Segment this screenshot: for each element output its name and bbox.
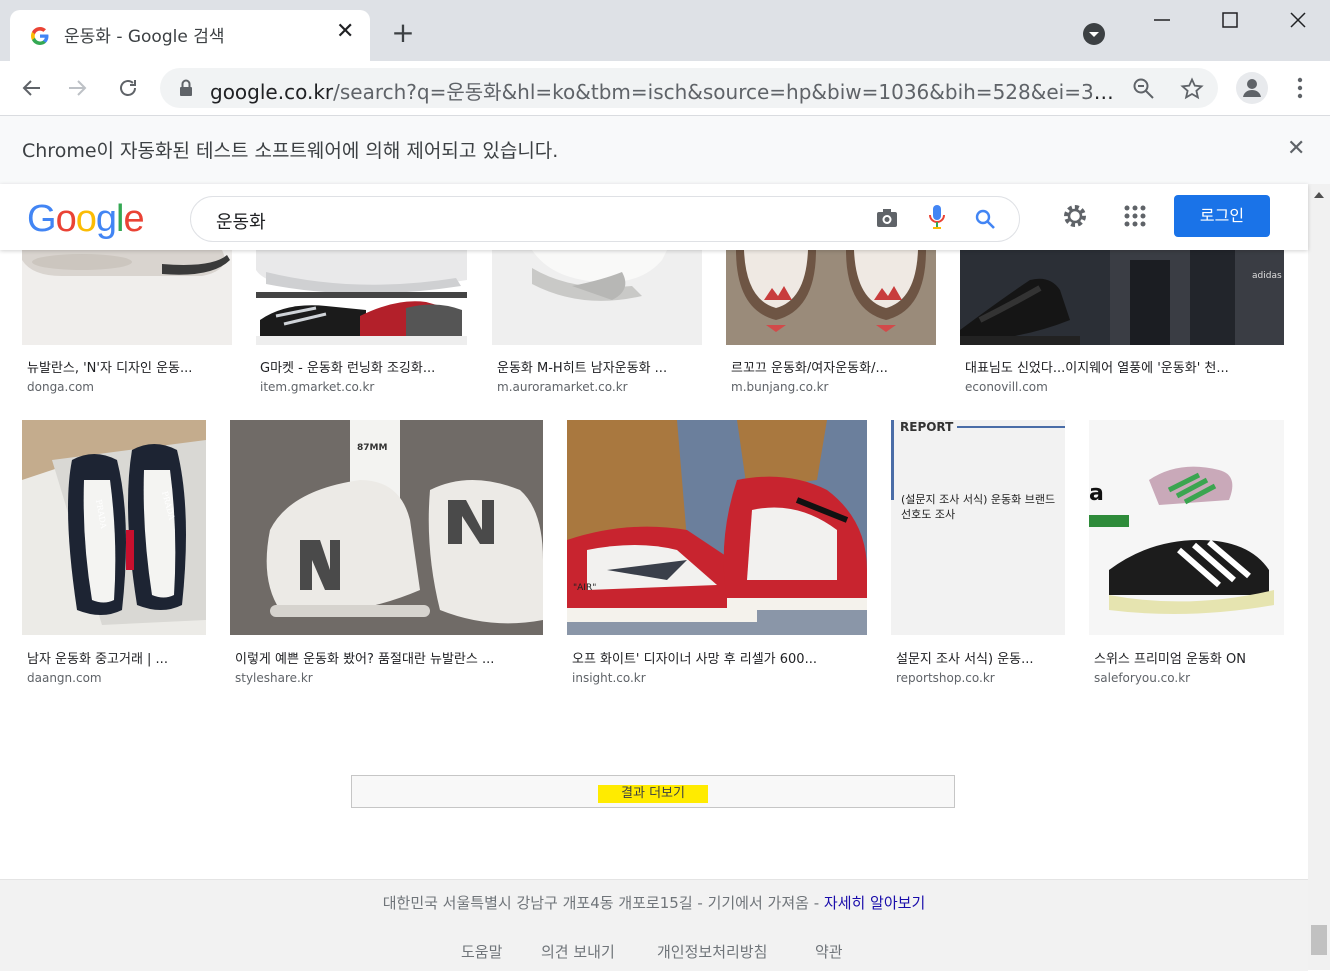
sneaker-image: "AIR" bbox=[567, 420, 867, 635]
report-title: REPORT bbox=[900, 420, 954, 434]
zoom-icon[interactable] bbox=[1132, 77, 1156, 101]
result-thumbnail[interactable] bbox=[256, 250, 467, 345]
tab-title: 운동화 - Google 검색 bbox=[64, 27, 225, 47]
back-icon[interactable] bbox=[20, 77, 42, 99]
result-thumbnail[interactable]: adidas bbox=[960, 250, 1284, 345]
scrollbar-thumb[interactable] bbox=[1311, 925, 1327, 955]
more-results-label[interactable]: 결과 더보기 bbox=[598, 785, 708, 803]
result-caption[interactable]: 운동화 M-H히트 남자운동화 ... bbox=[497, 357, 697, 376]
menu-kebab-icon[interactable] bbox=[1290, 76, 1310, 100]
microphone-icon[interactable] bbox=[927, 203, 947, 231]
result-caption[interactable]: 이렇게 예쁜 운동화 봤어? 품절대란 뉴발란스 ... bbox=[235, 648, 540, 667]
result-source[interactable]: reportshop.co.kr bbox=[896, 671, 995, 685]
result-caption[interactable]: 남자 운동화 중고거래 | ... bbox=[27, 648, 202, 667]
profile-avatar[interactable] bbox=[1236, 72, 1268, 104]
google-favicon-icon bbox=[31, 27, 49, 45]
result-thumbnail[interactable] bbox=[492, 250, 702, 345]
account-icon bbox=[1243, 79, 1261, 97]
sneaker-image bbox=[256, 250, 467, 345]
scroll-up-arrow-icon[interactable] bbox=[1312, 190, 1326, 200]
bookmark-star-icon[interactable] bbox=[1180, 77, 1204, 101]
apps-grid-icon[interactable] bbox=[1124, 205, 1146, 227]
reload-icon[interactable] bbox=[116, 76, 140, 100]
result-source[interactable]: donga.com bbox=[27, 380, 94, 394]
minimize-icon[interactable] bbox=[1152, 12, 1172, 28]
maximize-icon[interactable] bbox=[1221, 11, 1239, 29]
infobar-close-icon[interactable]: ✕ bbox=[1287, 136, 1305, 161]
report-image: REPORT (설문지 조사 서식) 운동화 브랜드 선호도 조사 bbox=[891, 420, 1065, 635]
signin-button[interactable]: 로그인 bbox=[1174, 195, 1270, 237]
search-icon[interactable] bbox=[974, 208, 996, 230]
result-source[interactable]: saleforyou.co.kr bbox=[1094, 671, 1190, 685]
scrollbar-track[interactable] bbox=[1308, 184, 1330, 970]
forward-icon[interactable] bbox=[67, 77, 89, 99]
sneaker-image bbox=[22, 250, 230, 276]
tab-search-icon[interactable] bbox=[1083, 23, 1105, 45]
result-thumbnail[interactable]: "AIR" bbox=[567, 420, 867, 635]
result-caption[interactable]: 스위스 프리미엄 운동화 ON bbox=[1094, 648, 1282, 667]
result-source[interactable]: econovill.com bbox=[965, 380, 1048, 394]
window-close-icon[interactable] bbox=[1289, 11, 1307, 29]
sock-text: 87MM bbox=[357, 443, 387, 453]
result-thumbnail[interactable]: a bbox=[1089, 420, 1284, 635]
result-caption[interactable]: 르꼬끄 운동화/여자운동화/... bbox=[731, 357, 931, 376]
settings-gear-icon[interactable] bbox=[1062, 203, 1088, 229]
url-host: google.co.kr bbox=[210, 80, 334, 104]
result-caption[interactable]: 오프 화이트' 디자이너 사망 후 리셀가 600... bbox=[572, 648, 862, 667]
lock-icon[interactable] bbox=[178, 78, 194, 98]
report-body: (설문지 조사 서식) 운동화 브랜드 선호도 조사 bbox=[901, 493, 1056, 521]
sneaker-image: PRADA PRADA bbox=[22, 420, 206, 635]
url-text[interactable]: google.co.kr/search?q=운동화&hl=ko&tbm=isch… bbox=[210, 76, 1120, 105]
svg-text:adidas: adidas bbox=[1252, 271, 1282, 281]
footer-link-help[interactable]: 도움말 bbox=[461, 941, 502, 962]
result-caption[interactable]: 설문지 조사 서식) 운동... bbox=[896, 648, 1061, 667]
result-thumbnail[interactable]: REPORT (설문지 조사 서식) 운동화 브랜드 선호도 조사 bbox=[891, 420, 1065, 635]
google-logo[interactable]: Google bbox=[27, 198, 145, 241]
location-text: 대한민국 서울특별시 강남구 개포4동 개포로15길 - 기기에서 가져옴 - bbox=[382, 894, 824, 912]
sneaker-image: a bbox=[1089, 420, 1284, 635]
learn-more-link[interactable]: 자세히 알아보기 bbox=[824, 894, 925, 912]
infobar-message: Chrome이 자동화된 테스트 소프트웨어에 의해 제어되고 있습니다. bbox=[22, 140, 559, 162]
result-thumbnail[interactable]: 87MM bbox=[230, 420, 543, 635]
sneaker-image: adidas bbox=[960, 250, 1284, 345]
camera-icon[interactable] bbox=[875, 207, 899, 229]
url-path: /search?q=운동화&hl=ko&tbm=isch&source=hp&b… bbox=[333, 80, 1120, 104]
shoe-text: "AIR" bbox=[573, 583, 596, 593]
result-caption[interactable]: 뉴발란스, 'N'자 디자인 운동... bbox=[27, 357, 227, 376]
result-source[interactable]: insight.co.kr bbox=[572, 671, 646, 685]
result-caption[interactable]: 대표님도 신었다...이지웨어 열풍에 '운동화' 천... bbox=[965, 357, 1277, 376]
result-thumbnail[interactable] bbox=[22, 250, 232, 345]
result-thumbnail[interactable] bbox=[726, 250, 936, 345]
sneaker-image bbox=[532, 250, 667, 301]
result-source[interactable]: m.auroramarket.co.kr bbox=[497, 380, 628, 394]
footer-link-terms[interactable]: 약관 bbox=[815, 941, 843, 962]
result-source[interactable]: m.bunjang.co.kr bbox=[731, 380, 828, 394]
result-source[interactable]: item.gmarket.co.kr bbox=[260, 380, 374, 394]
new-tab-button[interactable]: + bbox=[388, 18, 418, 48]
footer-location: 대한민국 서울특별시 강남구 개포4동 개포로15길 - 기기에서 가져옴 - … bbox=[0, 892, 1308, 913]
result-caption[interactable]: G마켓 - 운동화 런닝화 조깅화... bbox=[260, 357, 465, 376]
tab-close-icon[interactable]: ✕ bbox=[336, 20, 354, 44]
footer-link-feedback[interactable]: 의견 보내기 bbox=[541, 941, 615, 962]
result-thumbnail[interactable]: PRADA PRADA bbox=[22, 420, 206, 635]
result-source[interactable]: daangn.com bbox=[27, 671, 102, 685]
sneaker-image: 87MM bbox=[230, 420, 543, 635]
sneaker-image bbox=[726, 250, 936, 345]
search-input[interactable]: 운동화 bbox=[216, 208, 266, 234]
svg-text:a: a bbox=[1089, 481, 1104, 506]
browser-tab[interactable]: 운동화 - Google 검색 ✕ bbox=[10, 10, 370, 61]
footer-link-privacy[interactable]: 개인정보처리방침 bbox=[657, 941, 767, 962]
result-source[interactable]: styleshare.kr bbox=[235, 671, 313, 685]
logo-text: Google bbox=[27, 198, 145, 240]
